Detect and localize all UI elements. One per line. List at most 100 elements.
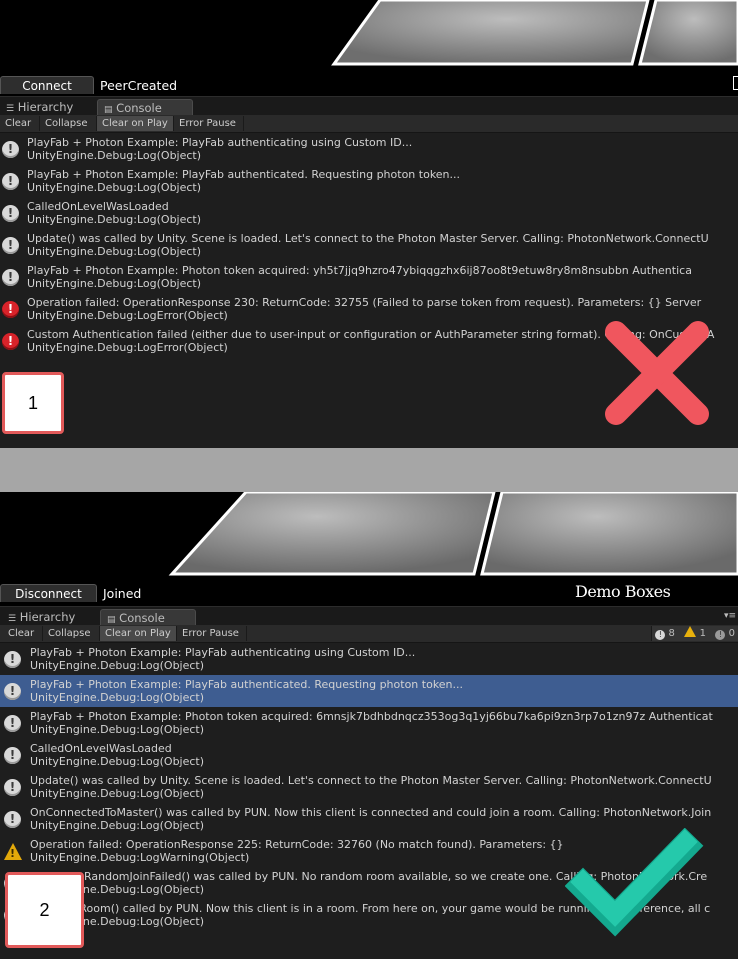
clear-button[interactable]: Clear bbox=[3, 626, 43, 641]
error-icon: ! bbox=[715, 630, 726, 640]
info-icon bbox=[2, 237, 19, 254]
log-message: Operation failed: OperationResponse 230:… bbox=[27, 296, 702, 309]
info-icon bbox=[4, 779, 21, 796]
info-icon bbox=[4, 683, 21, 700]
game-floor-1 bbox=[331, 0, 738, 66]
red-x-icon bbox=[605, 321, 709, 425]
log-source: UnityEngine.Debug:Log(Object) bbox=[27, 213, 202, 226]
step-label-2: 2 bbox=[5, 872, 84, 948]
connect-button[interactable]: Connect bbox=[0, 76, 94, 94]
log-entry-selected[interactable]: PlayFab + Photon Example: PlayFab authen… bbox=[0, 675, 738, 707]
log-entry[interactable]: CalledOnLevelWasLoadedUnityEngine.Debug:… bbox=[0, 739, 738, 771]
console-toolbar-2: Clear Collapse Clear on Play Error Pause… bbox=[0, 625, 738, 643]
green-check-icon bbox=[565, 828, 704, 937]
log-entry[interactable]: Update() was called by Unity. Scene is l… bbox=[0, 229, 738, 261]
log-source: UnityEngine.Debug:LogError(Object) bbox=[27, 341, 228, 354]
log-source: UnityEngine.Debug:LogWarning(Object) bbox=[30, 851, 250, 864]
game-toolbar-1: Connect PeerCreated bbox=[0, 76, 738, 96]
log-message: Operation failed: OperationResponse 225:… bbox=[30, 838, 564, 851]
error-count: 0 bbox=[728, 628, 735, 639]
log-message: OnConnectedToMaster() was called by PUN.… bbox=[30, 806, 712, 819]
log-source: UnityEngine.Debug:Log(Object) bbox=[30, 659, 205, 672]
log-counters: ! 8 1 ! 0 bbox=[651, 626, 738, 641]
log-entry[interactable]: PlayFab + Photon Example: PlayFab authen… bbox=[0, 133, 738, 165]
clear-button[interactable]: Clear bbox=[0, 116, 40, 131]
info-icon: ! bbox=[655, 630, 666, 640]
warning-icon bbox=[4, 843, 22, 860]
log-entry[interactable]: PlayFab + Photon Example: PlayFab authen… bbox=[0, 165, 738, 197]
log-source: UnityEngine.Debug:Log(Object) bbox=[27, 245, 202, 258]
info-icon bbox=[2, 141, 19, 158]
game-view-2: Disconnect Joined Demo Boxes bbox=[0, 492, 738, 606]
info-icon bbox=[4, 811, 21, 828]
log-source: UnityEngine.Debug:Log(Object) bbox=[30, 755, 205, 768]
tab-console[interactable]: ▤ Console bbox=[97, 99, 193, 115]
connection-status: Joined bbox=[103, 586, 142, 601]
game-floor-2 bbox=[168, 492, 738, 576]
log-entry[interactable]: CalledOnLevelWasLoadedUnityEngine.Debug:… bbox=[0, 197, 738, 229]
error-icon bbox=[2, 301, 19, 318]
log-message: CalledOnLevelWasLoaded bbox=[30, 742, 172, 755]
error-pause-toggle[interactable]: Error Pause bbox=[174, 116, 244, 131]
game-view-1: Connect PeerCreated bbox=[0, 0, 738, 96]
warning-count-toggle[interactable]: 1 bbox=[681, 626, 709, 641]
tab-hierarchy[interactable]: ☰ Hierarchy bbox=[0, 99, 79, 115]
log-source: UnityEngine.Debug:Log(Object) bbox=[30, 691, 205, 704]
step-label-1: 1 bbox=[2, 372, 64, 434]
collapse-button[interactable]: Collapse bbox=[40, 116, 97, 131]
log-entry[interactable]: PlayFab + Photon Example: Photon token a… bbox=[0, 261, 738, 293]
log-message: PlayFab + Photon Example: PlayFab authen… bbox=[27, 168, 461, 181]
error-icon bbox=[2, 333, 19, 350]
warning-count: 1 bbox=[699, 628, 706, 639]
log-source: UnityEngine.Debug:Log(Object) bbox=[27, 181, 202, 194]
log-entry[interactable]: Update() was called by Unity. Scene is l… bbox=[0, 771, 738, 803]
log-source: UnityEngine.Debug:Log(Object) bbox=[30, 723, 205, 736]
log-message: CalledOnLevelWasLoaded bbox=[27, 200, 169, 213]
connection-status: PeerCreated bbox=[100, 78, 178, 93]
log-entry[interactable]: PlayFab + Photon Example: Photon token a… bbox=[0, 707, 738, 739]
info-icon bbox=[2, 173, 19, 190]
clear-on-play-toggle[interactable]: Clear on Play bbox=[97, 116, 174, 131]
info-count-toggle[interactable]: ! 8 bbox=[652, 626, 678, 641]
collapse-button[interactable]: Collapse bbox=[43, 626, 100, 641]
info-icon bbox=[2, 269, 19, 286]
console-icon: ▤ bbox=[104, 105, 113, 115]
warning-icon bbox=[684, 626, 697, 637]
panel-menu-icon[interactable]: ▾≡ bbox=[724, 611, 736, 621]
tab-hierarchy[interactable]: ☰ Hierarchy bbox=[2, 609, 81, 625]
editor-tabs-1: ☰ Hierarchy ▤ Console bbox=[0, 96, 738, 115]
log-entry[interactable]: PlayFab + Photon Example: PlayFab authen… bbox=[0, 643, 738, 675]
log-message: Update() was called by Unity. Scene is l… bbox=[27, 232, 709, 245]
console-icon: ▤ bbox=[107, 615, 116, 625]
info-icon bbox=[4, 651, 21, 668]
list-icon: ☰ bbox=[6, 104, 15, 114]
info-icon bbox=[4, 715, 21, 732]
log-source: UnityEngine.Debug:Log(Object) bbox=[30, 787, 205, 800]
disconnect-button[interactable]: Disconnect bbox=[0, 584, 97, 602]
info-icon bbox=[2, 205, 19, 222]
log-source: UnityEngine.Debug:LogError(Object) bbox=[27, 309, 228, 322]
log-message: PlayFab + Photon Example: PlayFab authen… bbox=[27, 136, 413, 149]
error-pause-toggle[interactable]: Error Pause bbox=[177, 626, 247, 641]
tab-console[interactable]: ▤ Console bbox=[100, 609, 196, 625]
log-message: PlayFab + Photon Example: Photon token a… bbox=[27, 264, 692, 277]
list-icon: ☰ bbox=[8, 614, 17, 624]
error-count-toggle[interactable]: ! 0 bbox=[712, 626, 738, 641]
log-source: UnityEngine.Debug:Log(Object) bbox=[27, 149, 202, 162]
info-icon bbox=[4, 747, 21, 764]
tab-console-label: Console bbox=[116, 101, 162, 115]
tab-hierarchy-label: Hierarchy bbox=[17, 100, 74, 114]
panel-divider bbox=[0, 448, 738, 492]
log-message: PlayFab + Photon Example: PlayFab authen… bbox=[30, 678, 464, 691]
log-message: PlayFab + Photon Example: Photon token a… bbox=[30, 710, 713, 723]
editor-tabs-2: ☰ Hierarchy ▤ Console ▾≡ bbox=[0, 606, 738, 625]
game-view-edge-marker bbox=[733, 76, 738, 90]
log-message: PlayFab + Photon Example: PlayFab authen… bbox=[30, 646, 416, 659]
game-toolbar-2: Disconnect Joined Demo Boxes bbox=[0, 582, 738, 604]
tab-console-label: Console bbox=[119, 611, 165, 625]
demo-title: Demo Boxes bbox=[575, 582, 671, 601]
log-message: Update() was called by Unity. Scene is l… bbox=[30, 774, 712, 787]
clear-on-play-toggle[interactable]: Clear on Play bbox=[100, 626, 177, 641]
info-count: 8 bbox=[668, 628, 675, 639]
tab-hierarchy-label: Hierarchy bbox=[19, 610, 76, 624]
